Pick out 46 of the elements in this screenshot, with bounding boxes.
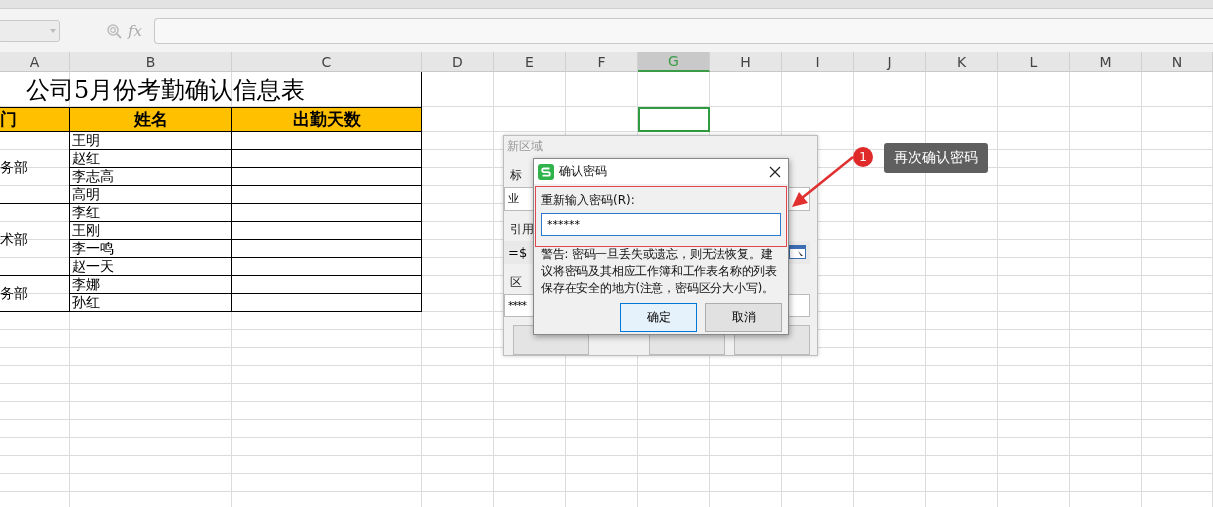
column-header[interactable]: M [1070, 52, 1142, 72]
dialog-title: 新区域 [507, 138, 544, 156]
column-header[interactable]: E [494, 52, 566, 72]
field-label: 区 [510, 273, 522, 291]
password-field[interactable]: ****** [541, 213, 781, 236]
column-header[interactable]: I [782, 52, 854, 72]
reference-value: =$ [508, 244, 528, 260]
field-label: 标 [510, 167, 522, 185]
field-label: 重新输入密码(R): [541, 192, 636, 209]
dialog-title: 确认密码 [559, 163, 608, 180]
table-cell: 务部 [0, 132, 70, 204]
column-header[interactable]: L [998, 52, 1070, 72]
active-cell[interactable] [638, 107, 710, 132]
table-cell: 李红 [70, 204, 232, 222]
app-logo-icon [538, 163, 554, 180]
table-cell: 王明 [70, 132, 232, 150]
table-cell: 王刚 [70, 222, 232, 240]
header-cell: 姓名 [70, 107, 232, 132]
column-header[interactable]: J [854, 52, 926, 72]
table-cell: 赵一天 [70, 258, 232, 276]
column-header[interactable]: N [1142, 52, 1213, 72]
table-cell: 李志高 [70, 168, 232, 186]
table-cell: 务部 [0, 276, 70, 312]
column-header[interactable]: C [232, 52, 422, 72]
cancel-button[interactable]: 取消 [705, 303, 782, 332]
column-header[interactable]: K [926, 52, 998, 72]
table-cell: 孙红 [70, 294, 232, 312]
table-cell: 李一鸣 [70, 240, 232, 258]
header-cell: 门 [0, 107, 70, 132]
column-header[interactable]: D [422, 52, 494, 72]
column-header[interactable]: H [710, 52, 782, 72]
table-cell: 李娜 [70, 276, 232, 294]
warning-text: 警告: 密码一旦丢失或遗忘，则无法恢复。建议将密码及其相应工作簿和工作表名称的列表保存在安全的地方(注意，密码区分大小写)。 [541, 246, 778, 297]
table-cell: 赵红 [70, 150, 232, 168]
column-header[interactable]: A [0, 52, 70, 72]
column-header[interactable]: B [70, 52, 232, 72]
table-cell: 高明 [70, 186, 232, 204]
callout-label: 再次确认密码 [884, 143, 988, 173]
caret-icon [50, 28, 56, 33]
ok-button[interactable]: 确定 [620, 303, 697, 332]
header-cell: 出勤天数 [232, 107, 422, 132]
table-cell: 术部 [0, 204, 70, 276]
zoom-icon[interactable] [106, 22, 122, 39]
range-picker-icon[interactable] [789, 245, 806, 260]
field-label: 引用 [510, 220, 534, 238]
column-header[interactable]: F [566, 52, 638, 72]
